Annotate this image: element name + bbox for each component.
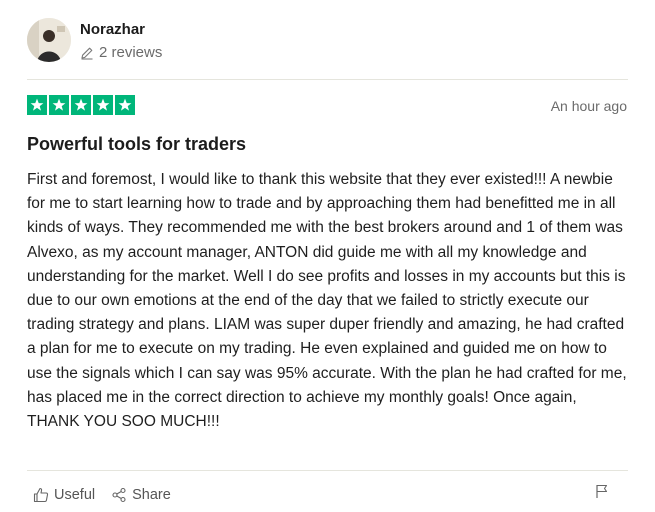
divider bbox=[27, 470, 628, 471]
reviewer-name[interactable]: Norazhar bbox=[80, 21, 145, 38]
star-icon bbox=[27, 95, 47, 115]
review-actions: Useful Share bbox=[33, 487, 171, 503]
review-body: First and foremost, I would like to than… bbox=[27, 171, 627, 431]
share-button[interactable]: Share bbox=[111, 487, 171, 503]
thumbs-up-icon bbox=[33, 487, 49, 503]
star-icon bbox=[71, 95, 91, 115]
share-label: Share bbox=[132, 487, 171, 503]
reviewer-avatar[interactable] bbox=[27, 18, 71, 62]
useful-label: Useful bbox=[54, 487, 96, 503]
divider bbox=[27, 79, 628, 80]
star-icon bbox=[115, 95, 135, 115]
star-rating bbox=[27, 95, 135, 115]
user-photo-avatar bbox=[27, 18, 71, 62]
reviewer-review-count[interactable]: 2 reviews bbox=[80, 44, 162, 61]
review-card: Norazhar 2 reviews An hour ago Powerful … bbox=[0, 0, 655, 512]
pencil-icon bbox=[81, 47, 93, 60]
star-icon bbox=[49, 95, 69, 115]
review-count-label: 2 reviews bbox=[99, 44, 163, 61]
review-timestamp: An hour ago bbox=[550, 98, 627, 114]
star-icon bbox=[93, 95, 113, 115]
share-icon bbox=[112, 487, 126, 503]
flag-icon bbox=[596, 484, 608, 498]
report-button[interactable] bbox=[594, 483, 610, 504]
review-title[interactable]: Powerful tools for traders bbox=[27, 134, 246, 155]
useful-button[interactable]: Useful bbox=[33, 487, 95, 503]
